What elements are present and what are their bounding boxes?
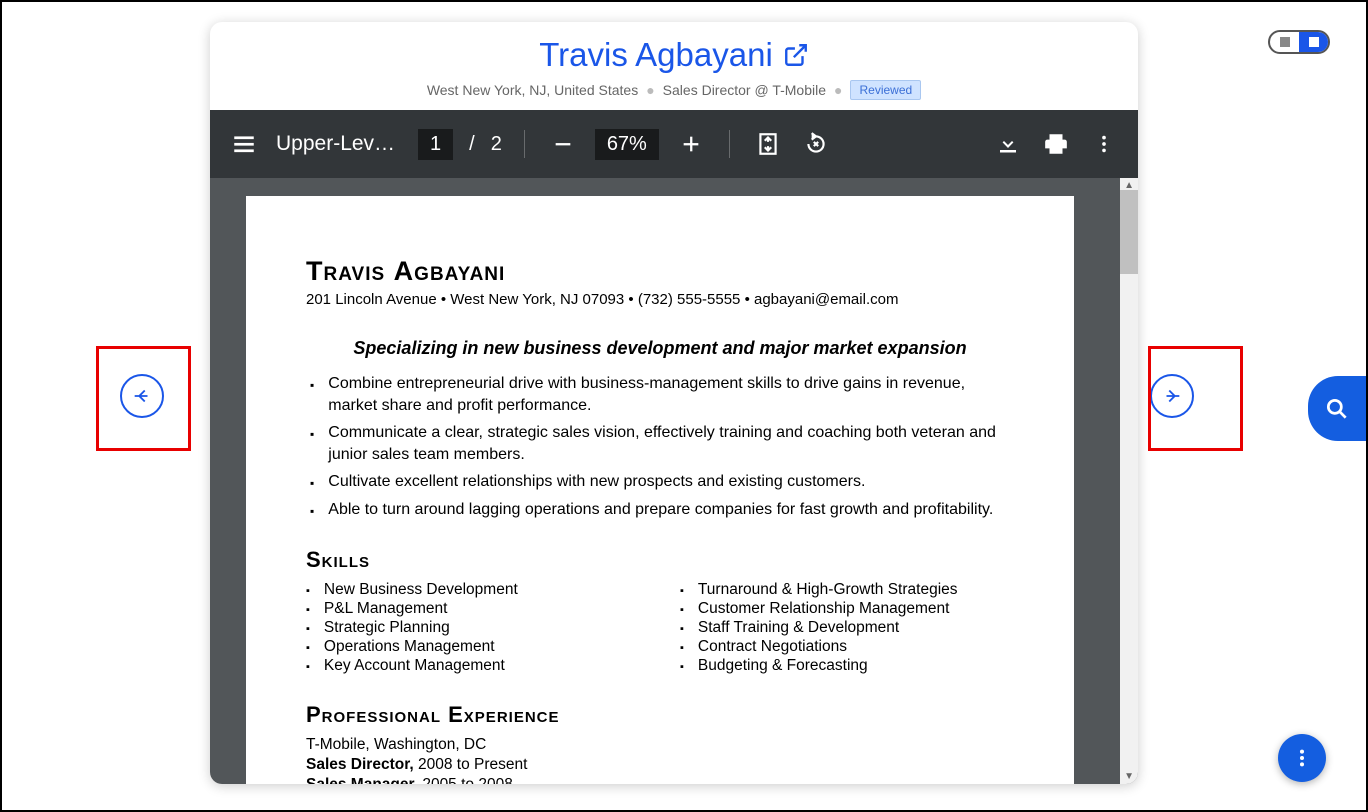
exp-role: Sales Director, 2008 to Present: [306, 756, 1014, 774]
skill: Customer Relationship Management: [698, 600, 950, 618]
resume-name: Travis Agbayani: [306, 256, 1014, 287]
more-vertical-icon[interactable]: [1088, 128, 1120, 160]
scroll-down-icon[interactable]: ▼: [1124, 771, 1134, 782]
toggle-option-left[interactable]: [1270, 32, 1299, 52]
candidate-name-row: Travis Agbayani: [539, 36, 809, 74]
exp-company: T-Mobile, Washington, DC: [306, 736, 1014, 754]
view-toggle[interactable]: [1268, 30, 1330, 54]
skill: P&L Management: [324, 600, 448, 618]
skill: Strategic Planning: [324, 619, 450, 637]
search-button[interactable]: [1308, 376, 1366, 441]
resume-viewer-card: Travis Agbayani West New York, NJ, Unite…: [210, 22, 1138, 784]
fit-page-icon[interactable]: [752, 128, 784, 160]
page-total: 2: [491, 133, 502, 156]
annotation-highlight-left: [96, 346, 191, 451]
resume-contact: 201 Lincoln Avenue • West New York, NJ 0…: [306, 291, 1014, 308]
bullet: Combine entrepreneurial drive with busin…: [328, 373, 1014, 416]
annotation-highlight-right: [1148, 346, 1243, 451]
candidate-meta: West New York, NJ, United States ● Sales…: [230, 80, 1118, 100]
hamburger-icon[interactable]: [228, 128, 260, 160]
card-header: Travis Agbayani West New York, NJ, Unite…: [210, 22, 1138, 110]
toolbar-divider: [524, 130, 525, 158]
bullet: Communicate a clear, strategic sales vis…: [328, 422, 1014, 465]
dot-separator: ●: [646, 82, 654, 98]
print-icon[interactable]: [1040, 128, 1072, 160]
skill: Staff Training & Development: [698, 619, 899, 637]
external-link-icon[interactable]: [783, 42, 809, 68]
skill: Key Account Management: [324, 657, 505, 675]
bullet: Cultivate excellent relationships with n…: [328, 471, 865, 493]
toggle-option-right[interactable]: [1299, 32, 1328, 52]
candidate-role: Sales Director @ T-Mobile: [663, 82, 826, 98]
resume-tagline: Specializing in new business development…: [306, 338, 1014, 359]
scrollbar-thumb[interactable]: [1120, 190, 1138, 274]
skill: Contract Negotiations: [698, 638, 847, 656]
skill: Operations Management: [324, 638, 495, 656]
download-icon[interactable]: [992, 128, 1024, 160]
bullet: Able to turn around lagging operations a…: [328, 499, 993, 521]
pdf-page: Travis Agbayani 201 Lincoln Avenue • Wes…: [246, 196, 1074, 784]
zoom-out-icon[interactable]: [547, 128, 579, 160]
skills-grid: New Business Development P&L Management …: [306, 581, 1014, 676]
experience-title: Professional Experience: [306, 702, 1014, 728]
skill: Budgeting & Forecasting: [698, 657, 868, 675]
dot-separator: ●: [834, 82, 842, 98]
skill: Turnaround & High-Growth Strategies: [698, 581, 958, 599]
zoom-level[interactable]: 67%: [595, 129, 659, 160]
toolbar-divider: [729, 130, 730, 158]
candidate-location: West New York, NJ, United States: [427, 82, 638, 98]
status-badge: Reviewed: [850, 80, 921, 100]
exp-role: Sales Manager, 2005 to 2008: [306, 776, 1014, 784]
skill: New Business Development: [324, 581, 518, 599]
page-current[interactable]: 1: [418, 129, 453, 160]
pdf-viewport[interactable]: Travis Agbayani 201 Lincoln Avenue • Wes…: [210, 178, 1138, 784]
rotate-icon[interactable]: [800, 128, 832, 160]
resume-highlights: Combine entrepreneurial drive with busin…: [306, 373, 1014, 521]
fab-more-button[interactable]: [1278, 734, 1326, 782]
candidate-name[interactable]: Travis Agbayani: [539, 36, 773, 74]
pdf-toolbar: Upper-Lev… 1 / 2 67%: [210, 110, 1138, 178]
page-separator: /: [469, 133, 475, 156]
skills-title: Skills: [306, 547, 1014, 573]
zoom-in-icon[interactable]: [675, 128, 707, 160]
document-title: Upper-Lev…: [276, 132, 402, 156]
